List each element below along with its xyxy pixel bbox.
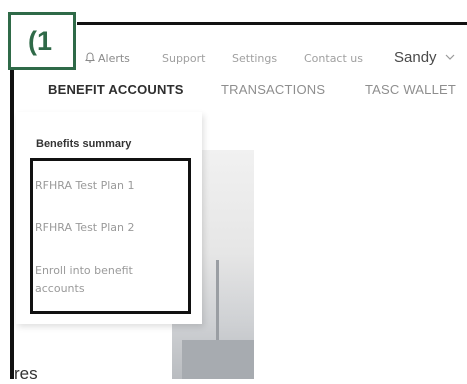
alerts-label: Alerts xyxy=(98,52,130,65)
annotation-highlight-box xyxy=(30,158,191,314)
bell-icon xyxy=(85,52,95,63)
tab-transactions[interactable]: TRANSACTIONS xyxy=(221,82,325,97)
annotation-frame-left xyxy=(10,70,14,379)
contact-us-link[interactable]: Contact us xyxy=(304,52,363,65)
chevron-down-icon xyxy=(445,54,455,60)
settings-link[interactable]: Settings xyxy=(232,52,277,65)
tab-tasc-wallet[interactable]: TASC WALLET xyxy=(365,82,456,97)
tab-benefit-accounts[interactable]: BENEFIT ACCOUNTS xyxy=(48,82,184,97)
main-nav: BENEFIT ACCOUNTS TRANSACTIONS TASC WALLE… xyxy=(0,82,467,104)
step-badge: (1 xyxy=(8,12,76,70)
alerts-link[interactable]: Alerts xyxy=(84,52,130,65)
support-link[interactable]: Support xyxy=(162,52,205,65)
benefits-summary-link[interactable]: Benefits summary xyxy=(36,138,131,150)
user-menu[interactable]: Sandy xyxy=(394,49,455,66)
page-heading-fragment: res xyxy=(14,364,38,383)
annotation-frame-top xyxy=(77,22,467,25)
hero-image-ship xyxy=(182,340,254,379)
user-name: Sandy xyxy=(394,49,437,66)
